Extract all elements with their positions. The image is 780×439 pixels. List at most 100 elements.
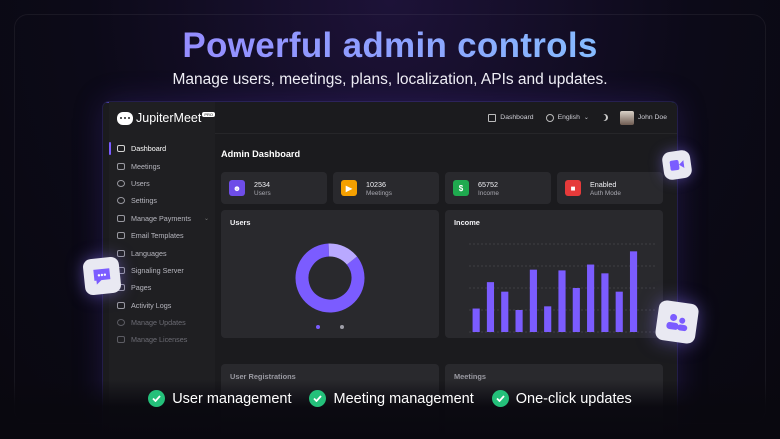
donut-group — [295, 243, 365, 313]
theme-toggle[interactable] — [601, 114, 608, 121]
stat-value: 65752 — [478, 179, 498, 189]
video-icon: ▶ — [341, 180, 357, 196]
stat-card-income[interactable]: $ 65752 Income — [445, 172, 551, 204]
brand[interactable]: JupiterMeet PRO — [109, 102, 215, 134]
user-name: John Doe — [637, 114, 667, 121]
income-bar-chart — [469, 243, 655, 333]
income-bar — [515, 310, 523, 332]
hero-subtitle: Manage users, meetings, plans, localizat… — [172, 71, 608, 88]
chat-logo-icon — [117, 111, 134, 125]
topbar-dashboard-link[interactable]: Dashboard — [488, 113, 534, 122]
language-icon — [117, 249, 125, 257]
avatar — [619, 110, 634, 125]
chat-bubble-icon — [93, 268, 111, 285]
sidebar-item-pages[interactable]: Pages — [109, 279, 215, 296]
sidebar-item-label: Manage Payments — [131, 213, 191, 223]
user-menu[interactable]: John Doe — [619, 110, 667, 125]
feature-label: User management — [172, 390, 292, 407]
sidebar-item-dashboard[interactable]: Dashboard — [109, 140, 215, 157]
video-icon — [669, 160, 685, 171]
stat-label: Auth Mode — [590, 189, 621, 197]
sidebar-item-signaling-server[interactable]: Signaling Server — [109, 262, 215, 279]
income-bar — [587, 264, 595, 332]
carousel-dot[interactable] — [316, 325, 320, 329]
brand-name: JupiterMeet — [136, 111, 202, 125]
feature-item: One-click updates — [491, 390, 632, 407]
users-badge — [654, 299, 700, 345]
stat-label: Income — [478, 189, 499, 197]
sidebar-item-label: Signaling Server — [131, 265, 184, 275]
language-selector[interactable]: English ⌄ — [545, 113, 589, 122]
moon-icon — [601, 114, 608, 121]
stat-value: 10236 — [366, 179, 386, 189]
sidebar-item-users[interactable]: Users — [109, 175, 215, 192]
sidebar-item-languages[interactable]: Languages — [109, 244, 215, 261]
sidebar-item-meetings[interactable]: Meetings — [109, 157, 215, 174]
income-bar — [486, 282, 495, 332]
sidebar-nav: Dashboard Meetings Users Settings Manage… — [109, 140, 215, 349]
video-icon — [117, 162, 125, 170]
license-icon — [117, 336, 125, 344]
stat-card-auth-mode[interactable]: ■ Enabled Auth Mode — [557, 172, 663, 204]
dollar-icon: $ — [453, 180, 469, 196]
sidebar-item-label: Users — [131, 178, 150, 188]
feature-item: User management — [148, 390, 291, 407]
brand-tag: PRO — [202, 112, 215, 117]
sidebar-item-label: Meetings — [131, 161, 161, 171]
donut-slice — [328, 243, 358, 266]
sidebar-item-label: Languages — [131, 248, 167, 258]
list-icon — [117, 301, 125, 309]
users-icon: ☻ — [229, 180, 245, 196]
sidebar-item-manage-licenses[interactable]: Manage Licenses — [109, 331, 215, 348]
feature-label: One-click updates — [515, 390, 632, 407]
income-bar — [629, 251, 638, 332]
income-bar — [572, 288, 580, 332]
chevron-down-icon: ⌄ — [203, 215, 209, 222]
stat-card-meetings[interactable]: ▶ 10236 Meetings — [333, 172, 439, 204]
sidebar-item-label: Pages — [131, 283, 152, 293]
sidebar-item-manage-updates[interactable]: Manage Updates — [109, 314, 215, 331]
chat-badge — [82, 256, 122, 296]
users-icon — [117, 179, 125, 187]
income-bar — [529, 269, 537, 332]
payments-icon — [117, 214, 125, 222]
dashboard-icon — [117, 145, 125, 153]
bottom-fade — [0, 380, 780, 439]
sidebar-item-settings[interactable]: Settings — [109, 192, 215, 209]
home-icon — [488, 113, 497, 122]
carousel-dots — [221, 325, 439, 329]
sidebar-item-label: Email Templates — [131, 231, 184, 241]
check-icon — [148, 390, 166, 407]
income-bar — [544, 306, 552, 332]
topbar: Dashboard English ⌄ John Doe — [215, 102, 677, 134]
video-call-badge — [661, 149, 693, 181]
check-icon — [491, 390, 509, 407]
feature-list: User management Meeting management One-c… — [0, 390, 780, 407]
income-bar — [615, 291, 623, 332]
bars-group — [469, 243, 655, 333]
language-label: English — [557, 114, 580, 121]
users-panel: Users — [221, 210, 439, 338]
sidebar-item-activity-logs[interactable]: Activity Logs — [109, 297, 215, 314]
chevron-down-icon: ⌄ — [583, 115, 589, 121]
feature-label: Meeting management — [333, 390, 474, 407]
sidebar-item-label: Manage Updates — [131, 318, 186, 328]
carousel-dot[interactable] — [340, 325, 344, 329]
sidebar-item-label: Dashboard — [131, 144, 167, 154]
stat-card-users[interactable]: ☻ 2534 Users — [221, 172, 327, 204]
feature-item: Meeting management — [309, 390, 474, 407]
stat-label: Meetings — [366, 189, 392, 197]
stat-value: 2534 — [254, 179, 270, 189]
income-bar — [501, 291, 509, 332]
sidebar-item-email-templates[interactable]: Email Templates — [109, 227, 215, 244]
gear-icon — [117, 197, 125, 205]
income-bar — [472, 308, 480, 332]
income-panel: Income — [445, 210, 663, 338]
topbar-dashboard-label: Dashboard — [500, 114, 534, 121]
sidebar-item-label: Settings — [131, 196, 157, 206]
page-title: Admin Dashboard — [221, 149, 301, 159]
sidebar-item-manage-payments[interactable]: Manage Payments ⌄ — [109, 210, 215, 227]
globe-icon — [545, 113, 554, 122]
users-donut-chart — [295, 243, 365, 313]
update-icon — [117, 319, 125, 327]
